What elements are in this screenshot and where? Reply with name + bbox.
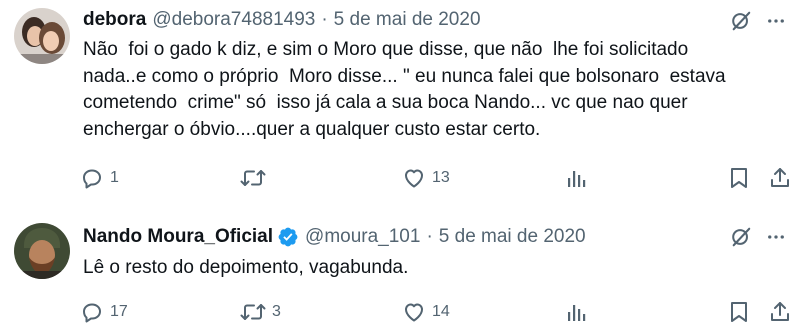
like-button[interactable]: 13 (402, 163, 450, 193)
like-count: 14 (432, 303, 450, 320)
like-count: 13 (432, 169, 450, 186)
bookmark-button[interactable] (728, 163, 750, 193)
bookmark-icon (728, 166, 750, 190)
display-name[interactable]: Nando Moura_Oficial (83, 226, 273, 248)
separator-dot: · (321, 9, 328, 30)
bookmark-button[interactable] (728, 297, 750, 327)
tweet-date[interactable]: 5 de mai de 2020 (334, 9, 481, 31)
display-name[interactable]: debora (83, 9, 146, 31)
retweet-button[interactable] (240, 163, 272, 193)
grok-icon[interactable] (730, 226, 752, 248)
action-bar: 1 13 (80, 163, 790, 193)
tweet[interactable]: debora @debora74881493 · 5 de mai de 202… (0, 0, 804, 211)
action-bar: 17 3 14 (80, 297, 790, 327)
retweet-count: 3 (272, 303, 281, 320)
reply-count: 1 (110, 169, 119, 186)
reply-button[interactable]: 17 (80, 297, 128, 327)
like-icon (402, 166, 426, 190)
avatar[interactable] (14, 223, 70, 279)
reply-icon (80, 166, 104, 190)
like-icon (402, 300, 426, 324)
tweet-text: Lê o resto do depoimento, vagabunda. (83, 257, 409, 278)
more-icon[interactable] (766, 227, 786, 247)
views-icon (566, 166, 588, 190)
verified-badge-icon (277, 226, 299, 248)
bookmark-icon (728, 300, 750, 324)
grok-icon[interactable] (730, 10, 752, 32)
reply-button[interactable]: 1 (80, 163, 119, 193)
share-button[interactable] (768, 163, 792, 193)
tweet-date[interactable]: 5 de mai de 2020 (439, 226, 586, 248)
separator-dot: · (426, 226, 433, 247)
retweet-icon (240, 166, 266, 190)
more-icon[interactable] (766, 11, 786, 31)
avatar[interactable] (14, 8, 70, 64)
views-icon (566, 300, 588, 324)
share-icon (768, 166, 792, 190)
user-handle[interactable]: @moura_101 (305, 226, 420, 248)
reply-count: 17 (110, 303, 128, 320)
tweet-text: Não foi o gado k diz, e sim o Moro que d… (83, 39, 726, 140)
retweet-button[interactable]: 3 (240, 297, 281, 327)
like-button[interactable]: 14 (402, 297, 450, 327)
reply-icon (80, 300, 104, 324)
user-handle[interactable]: @debora74881493 (152, 9, 315, 31)
retweet-icon (240, 300, 266, 324)
share-icon (768, 300, 792, 324)
views-button[interactable] (566, 163, 588, 193)
views-button[interactable] (566, 297, 588, 327)
share-button[interactable] (768, 297, 792, 327)
tweet[interactable]: Nando Moura_Oficial @moura_101 · 5 de ma… (0, 211, 804, 336)
